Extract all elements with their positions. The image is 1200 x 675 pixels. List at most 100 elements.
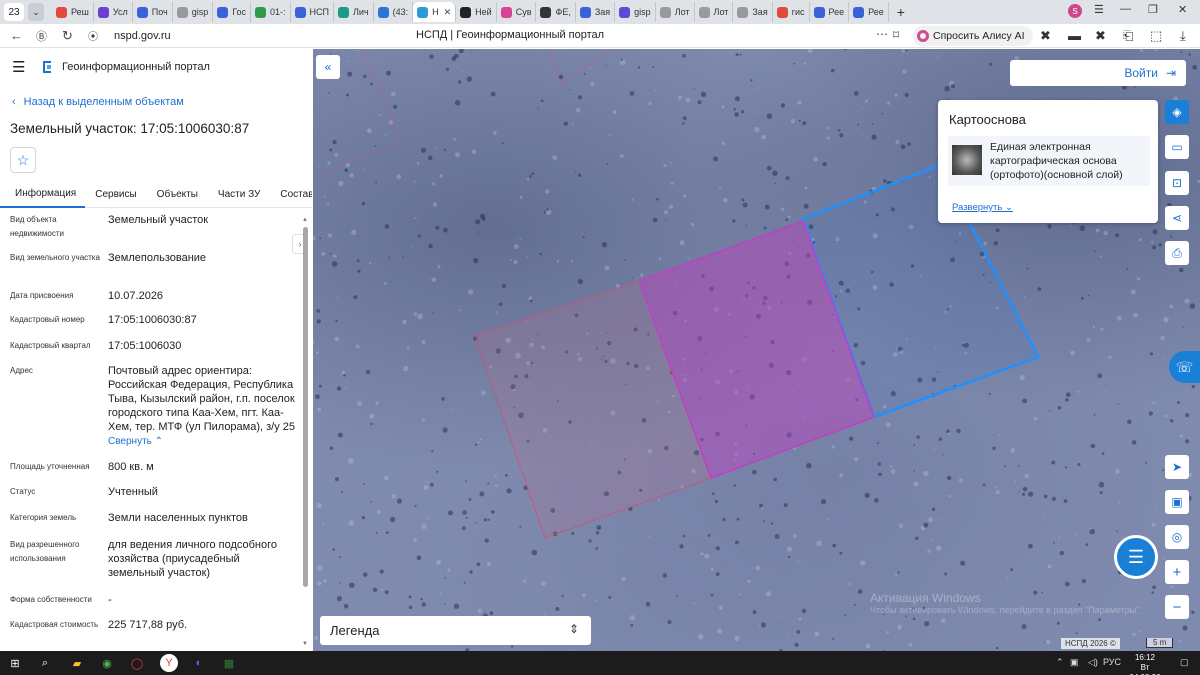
file-explorer-icon[interactable]: ▰ (68, 654, 86, 672)
browser-tab[interactable]: 01-: (251, 2, 291, 22)
share-icon[interactable]: ⋖ (1165, 206, 1189, 230)
select-area-icon[interactable]: ⊡ (1165, 171, 1189, 195)
search-icon[interactable]: ⌕ (36, 654, 54, 672)
attribute-key: Кадастровый квартал (10, 341, 91, 350)
login-button[interactable]: Войти ⇥ (1010, 60, 1186, 86)
browser-tab[interactable]: НСП (291, 2, 334, 22)
tab-favicon-icon (619, 6, 631, 18)
clock-time: 16:12 (1134, 653, 1156, 662)
extension-icon[interactable]: ▬ (1068, 28, 1081, 43)
tray-app-icon[interactable]: ▣ (1070, 657, 1079, 668)
tab-5[interactable]: Состав (270, 182, 312, 208)
ask-alice-button[interactable]: Спросить Алису AI (913, 26, 1033, 46)
browser-tab[interactable]: Лич (334, 2, 374, 22)
messenger-icon[interactable]: ◐ (190, 654, 208, 672)
browser-tab[interactable]: (43: (374, 2, 414, 22)
yandex-logo-icon[interactable]: Ⓑ (36, 28, 52, 44)
maximize-button[interactable]: ❐ (1148, 3, 1158, 16)
browser-tab[interactable]: Зая (576, 2, 616, 22)
layers-icon[interactable]: ◈ (1165, 100, 1189, 124)
ruler-icon[interactable]: ▭ (1165, 135, 1189, 159)
browser-tab[interactable]: Лот (656, 2, 695, 22)
browser-tab[interactable]: Гос (213, 2, 251, 22)
panel-scrollbar[interactable] (303, 227, 308, 587)
yandex-browser-icon[interactable]: Y (160, 654, 178, 672)
collapse-address-link[interactable]: Свернуть ⌃ (108, 435, 163, 449)
support-icon[interactable]: ☏ (1169, 351, 1200, 383)
back-arrow-icon[interactable]: ← (10, 28, 26, 43)
attribute-key: Вид объекта недвижимости (10, 215, 64, 238)
tab-favicon-icon (698, 6, 710, 18)
minimize-button[interactable]: — (1120, 3, 1131, 15)
print-icon[interactable]: ⎙ (1165, 241, 1189, 265)
browser-tab[interactable]: Усл (94, 2, 133, 22)
attribute-key: Площадь уточненная (10, 462, 90, 471)
extension-icon[interactable]: ⎗ (1123, 28, 1133, 44)
tab-label: Н (432, 7, 439, 17)
browser-tab[interactable]: gisp (173, 2, 214, 22)
legend-selector[interactable]: Легенда ⇕ (320, 616, 591, 645)
download-icon[interactable]: ⤓ (1180, 28, 1186, 44)
browser-tab[interactable]: Поч (133, 2, 173, 22)
browser-tab[interactable]: Рее (849, 2, 889, 22)
browser-tab[interactable]: Сув (497, 2, 537, 22)
clock[interactable]: 16:12 Вт 04.08.26 (1125, 653, 1165, 675)
zoom-out-button[interactable]: − (1165, 595, 1189, 619)
browser-tab[interactable]: Реш (52, 2, 94, 22)
browser-tab[interactable]: Лот (695, 2, 734, 22)
attribute-key: Категория земель (10, 513, 77, 522)
attribute-value: 10.07.2026 (108, 290, 164, 302)
url-field[interactable]: nspd.gov.ru (114, 30, 171, 42)
opera-icon[interactable]: ◯ (128, 654, 146, 672)
minimap-icon[interactable]: ▣ (1165, 490, 1189, 514)
tab-1[interactable]: Информация (0, 182, 86, 208)
profile-avatar[interactable]: S (1068, 4, 1082, 18)
scroll-up-arrow-icon[interactable]: ▲ (302, 217, 308, 223)
browser-tab[interactable]: Зая (733, 2, 773, 22)
tab-favicon-icon (176, 6, 188, 18)
browser-tab[interactable]: Рее (810, 2, 850, 22)
browser-tab[interactable]: ФЕ, (536, 2, 576, 22)
new-tab-button[interactable]: + (897, 4, 905, 20)
browser-tab[interactable]: Ней (456, 2, 497, 22)
menu-icon[interactable]: ☰ (12, 58, 34, 76)
tab-list-dropdown[interactable]: ⌄ (28, 3, 44, 21)
map-view[interactable]: « Войти ⇥ Картооснова Единая электронная… (313, 49, 1200, 651)
close-window-button[interactable]: ✕ (1178, 3, 1187, 16)
compass-icon[interactable]: ◎ (1165, 525, 1189, 549)
language-indicator[interactable]: РУС (1103, 657, 1121, 667)
neighbor-parcel-outline (547, 49, 614, 85)
browser-tab[interactable]: Н ✕ (413, 2, 457, 22)
back-to-selected-link[interactable]: ‹ Назад к выделенным объектам (12, 96, 184, 108)
browser-tab[interactable]: гис (773, 2, 810, 22)
chrome-icon[interactable]: ◉ (98, 654, 116, 672)
tab-count-button[interactable]: 23 (4, 3, 24, 21)
extension-icon[interactable]: ✖ (1095, 28, 1106, 44)
basemap-layer-item[interactable]: Единая электронная картографическая осно… (948, 136, 1150, 186)
browser-tab[interactable]: gisp (615, 2, 656, 22)
volume-icon[interactable]: ◁) (1088, 657, 1098, 668)
tabs-menu-icon[interactable]: ☰ (1094, 3, 1104, 16)
bookmark-icon[interactable]: ⌑ (893, 28, 899, 42)
notifications-icon[interactable]: ▢ (1180, 657, 1189, 668)
favorite-star-button[interactable]: ☆ (10, 147, 36, 173)
excel-icon[interactable]: ▦ (220, 654, 238, 672)
zoom-in-button[interactable]: + (1165, 560, 1189, 584)
close-tab-icon[interactable]: ✕ (444, 7, 452, 18)
tab-4[interactable]: Части ЗУ (208, 182, 270, 208)
geolocation-icon[interactable]: ➤ (1165, 455, 1189, 479)
tab-favicon-icon (56, 6, 67, 18)
scroll-down-arrow-icon[interactable]: ▼ (302, 641, 308, 647)
attribute-value-cell: для ведения личного подсобного хозяйства… (108, 538, 298, 580)
tab-3[interactable]: Объекты (147, 182, 208, 208)
tab-2[interactable]: Сервисы (85, 182, 146, 208)
tray-arrow-icon[interactable]: ⌃ (1056, 657, 1064, 668)
extension-icon[interactable]: ✖ (1040, 28, 1051, 44)
more-options-icon[interactable]: ⋯ (876, 27, 888, 41)
reload-icon[interactable]: ↻ (62, 28, 78, 44)
extension-icon[interactable]: ⬚ (1150, 28, 1162, 44)
chat-button[interactable]: ☰ (1114, 535, 1158, 579)
expand-link[interactable]: Развернуть ⌄ (952, 202, 1013, 213)
collapse-panel-button[interactable]: « (316, 55, 340, 79)
windows-start-icon[interactable]: ⊞ (6, 654, 24, 672)
